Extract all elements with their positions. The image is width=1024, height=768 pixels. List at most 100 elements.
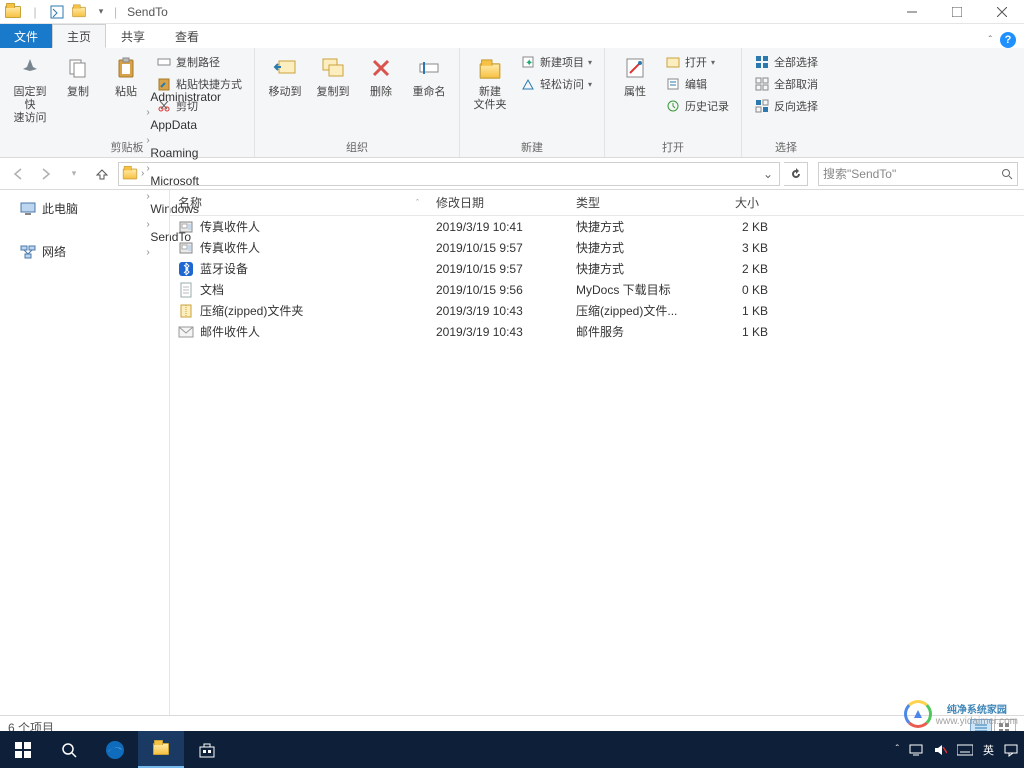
- qat-dropdown[interactable]: ▾: [92, 3, 110, 21]
- delete-icon: [367, 54, 395, 82]
- copy-path-button[interactable]: 复制路径: [152, 52, 246, 72]
- file-size: 2 KB: [696, 262, 776, 276]
- title-bar: | ▾ | SendTo: [0, 0, 1024, 24]
- window-title: SendTo: [127, 5, 168, 19]
- folder-icon: [121, 165, 139, 183]
- tray-volume-icon[interactable]: [933, 743, 947, 757]
- minimize-button[interactable]: [889, 0, 934, 24]
- copy-to-button[interactable]: 复制到: [311, 52, 355, 101]
- refresh-button[interactable]: [784, 162, 808, 186]
- table-row[interactable]: 蓝牙设备2019/10/15 9:57快捷方式2 KB: [170, 258, 1024, 279]
- table-row[interactable]: 传真收件人2019/10/15 9:57快捷方式3 KB: [170, 237, 1024, 258]
- start-button[interactable]: [0, 731, 46, 768]
- new-folder-button[interactable]: 新建 文件夹: [468, 52, 512, 114]
- system-tray: ˆ 英: [896, 742, 1024, 758]
- sidebar-item-network[interactable]: 网络: [0, 239, 169, 264]
- close-button[interactable]: [979, 0, 1024, 24]
- tray-action-center-icon[interactable]: [1004, 743, 1018, 757]
- select-none-button[interactable]: 全部取消: [750, 74, 822, 94]
- search-input[interactable]: 搜索"SendTo": [818, 162, 1018, 186]
- paste-button[interactable]: 粘贴: [104, 52, 148, 101]
- properties-button[interactable]: 属性: [613, 52, 657, 101]
- address-dropdown[interactable]: ⌄: [759, 167, 777, 181]
- tab-share[interactable]: 共享: [106, 24, 160, 48]
- file-date: 2019/3/19 10:43: [436, 325, 576, 339]
- taskbar-edge-icon[interactable]: [92, 731, 138, 768]
- open-button[interactable]: 打开 ▾: [661, 52, 733, 72]
- file-date: 2019/3/19 10:43: [436, 304, 576, 318]
- move-to-button[interactable]: 移动到: [263, 52, 307, 101]
- help-icon[interactable]: ?: [1000, 32, 1016, 48]
- tray-ime-indicator[interactable]: 英: [983, 742, 994, 758]
- network-icon: [20, 244, 36, 260]
- breadcrumb-item[interactable]: AppData: [146, 118, 225, 132]
- tab-view[interactable]: 查看: [160, 24, 214, 48]
- taskbar: ˆ 英: [0, 731, 1024, 768]
- file-date: 2019/10/15 9:56: [436, 283, 576, 297]
- edit-button[interactable]: 编辑: [661, 74, 733, 94]
- rename-icon: [415, 54, 443, 82]
- file-size: 1 KB: [696, 304, 776, 318]
- file-type: 快捷方式: [576, 260, 696, 277]
- delete-button[interactable]: 删除: [359, 52, 403, 101]
- tab-home[interactable]: 主页: [52, 24, 106, 48]
- table-row[interactable]: 传真收件人2019/3/19 10:41快捷方式2 KB: [170, 216, 1024, 237]
- ribbon-group-select: 全部选择 全部取消 反向选择 选择: [742, 48, 830, 157]
- taskbar-search-button[interactable]: [46, 731, 92, 768]
- sidebar-item-this-pc[interactable]: 此电脑: [0, 196, 169, 221]
- tab-file[interactable]: 文件: [0, 24, 52, 48]
- column-header-date[interactable]: 修改日期: [428, 194, 568, 211]
- rename-button[interactable]: 重命名: [407, 52, 451, 101]
- recent-dropdown[interactable]: ▾: [62, 162, 86, 186]
- tray-keyboard-icon[interactable]: [957, 744, 973, 756]
- chevron-right-icon[interactable]: ›: [141, 168, 144, 179]
- tray-chevron-icon[interactable]: ˆ: [896, 744, 899, 755]
- copy-to-icon: [319, 54, 347, 82]
- file-type: 邮件服务: [576, 323, 696, 340]
- move-to-icon: [271, 54, 299, 82]
- new-item-button[interactable]: ✦新建项目 ▾: [516, 52, 596, 72]
- table-row[interactable]: 邮件收件人2019/3/19 10:43邮件服务1 KB: [170, 321, 1024, 342]
- tray-monitor-icon[interactable]: [909, 743, 923, 757]
- invert-selection-button[interactable]: 反向选择: [750, 96, 822, 116]
- edit-icon: [665, 76, 681, 92]
- svg-text:✦: ✦: [525, 58, 533, 69]
- select-none-icon: [754, 76, 770, 92]
- sort-indicator-icon: ˆ: [416, 198, 419, 208]
- table-row[interactable]: 压缩(zipped)文件夹2019/3/19 10:43压缩(zipped)文件…: [170, 300, 1024, 321]
- column-header-name[interactable]: 名称ˆ: [170, 194, 428, 211]
- column-header-size[interactable]: 大小: [688, 194, 768, 211]
- ribbon-collapse-icon[interactable]: ˆ: [989, 35, 992, 46]
- chevron-right-icon[interactable]: ›: [146, 107, 149, 118]
- history-button[interactable]: 历史记录: [661, 96, 733, 116]
- quick-access-toolbar: | ▾ |: [0, 3, 121, 21]
- breadcrumb-item[interactable]: Roaming: [146, 146, 225, 160]
- forward-button[interactable]: [34, 162, 58, 186]
- chevron-right-icon[interactable]: ›: [146, 135, 149, 146]
- column-headers: 名称ˆ 修改日期 类型 大小: [170, 190, 1024, 216]
- maximize-button[interactable]: [934, 0, 979, 24]
- breadcrumb-item[interactable]: Administrator: [146, 90, 225, 104]
- pin-to-quick-access-button[interactable]: 固定到快 速访问: [8, 52, 52, 128]
- up-button[interactable]: [90, 162, 114, 186]
- breadcrumb-item[interactable]: Microsoft: [146, 174, 225, 188]
- easy-access-icon: [520, 76, 536, 92]
- search-placeholder: 搜索"SendTo": [823, 165, 896, 182]
- easy-access-button[interactable]: 轻松访问 ▾: [516, 74, 596, 94]
- select-all-button[interactable]: 全部选择: [750, 52, 822, 72]
- address-bar[interactable]: › Administrator›AppData›Roaming›Microsof…: [118, 162, 780, 186]
- file-name: 压缩(zipped)文件夹: [200, 302, 303, 319]
- qat-properties-icon[interactable]: [48, 3, 66, 21]
- column-header-type[interactable]: 类型: [568, 194, 688, 211]
- chevron-right-icon[interactable]: ›: [146, 163, 149, 174]
- file-name: 传真收件人: [200, 218, 260, 235]
- taskbar-explorer-icon[interactable]: [138, 731, 184, 768]
- file-list[interactable]: 传真收件人2019/3/19 10:41快捷方式2 KB传真收件人2019/10…: [170, 216, 1024, 715]
- file-type-icon: [178, 240, 194, 256]
- copy-button[interactable]: 复制: [56, 52, 100, 101]
- group-label-organize: 组织: [263, 137, 451, 155]
- taskbar-store-icon[interactable]: [184, 731, 230, 768]
- back-button[interactable]: [6, 162, 30, 186]
- ribbon-tabs: 文件 主页 共享 查看 ˆ ?: [0, 24, 1024, 48]
- table-row[interactable]: 文档2019/10/15 9:56MyDocs 下载目标0 KB: [170, 279, 1024, 300]
